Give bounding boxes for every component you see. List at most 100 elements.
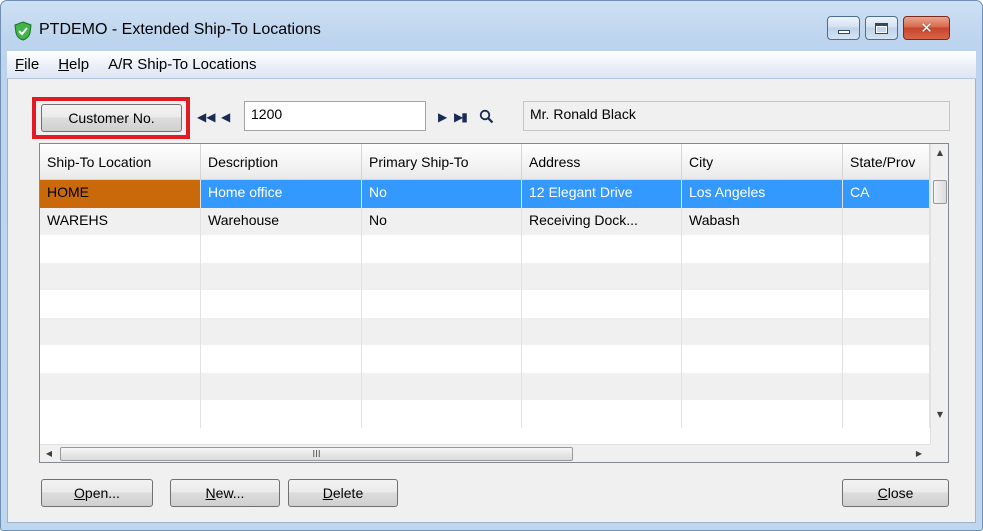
table-cell[interactable] (522, 290, 682, 318)
table-cell[interactable]: No (362, 180, 522, 208)
table-cell[interactable] (362, 262, 522, 290)
table-cell[interactable]: 12 Elegant Drive (522, 180, 682, 208)
table-cell[interactable] (522, 372, 682, 400)
table-cell[interactable] (40, 290, 201, 318)
close-window-button[interactable]: ✕ (903, 16, 950, 40)
table-cell[interactable] (843, 372, 930, 400)
table-row[interactable] (40, 372, 930, 400)
table-row[interactable] (40, 400, 930, 428)
table-cell[interactable] (522, 400, 682, 428)
table-cell[interactable] (843, 317, 930, 345)
table-row[interactable] (40, 290, 930, 318)
table-cell[interactable] (682, 400, 843, 428)
table-row[interactable]: HOME Home office No 12 Elegant Drive Los Ang… (40, 180, 930, 208)
table-cell[interactable]: WAREHS (40, 207, 201, 235)
table-cell[interactable]: Warehouse (201, 207, 362, 235)
table-cell[interactable] (40, 345, 201, 373)
table-cell[interactable]: CA (843, 180, 930, 208)
finder-search-icon[interactable] (479, 109, 494, 124)
col-address[interactable]: Address (522, 144, 682, 180)
table-row[interactable] (40, 235, 930, 263)
next-record-icon[interactable]: ▶ (438, 110, 447, 124)
title-bar[interactable]: PTDEMO - Extended Ship-To Locations ✕ (1, 1, 982, 51)
table-cell[interactable] (522, 235, 682, 263)
scroll-grip-icon: III (312, 448, 321, 460)
table-row[interactable]: WAREHS Warehouse No Receiving Dock... Wabash (40, 207, 930, 235)
table-cell[interactable] (201, 345, 362, 373)
col-city[interactable]: City (682, 144, 843, 180)
table-cell[interactable] (201, 317, 362, 345)
table-cell[interactable] (682, 262, 843, 290)
first-record-icon[interactable]: ◀◀ (197, 110, 215, 124)
customer-no-button[interactable]: Customer No. (41, 104, 182, 132)
table-cell[interactable] (843, 345, 930, 373)
table-cell[interactable] (40, 317, 201, 345)
customer-number-input[interactable]: 1200 (244, 101, 426, 131)
table-row[interactable] (40, 317, 930, 345)
table-cell[interactable] (362, 400, 522, 428)
open-button-label: Open... (74, 485, 120, 501)
table-row[interactable] (40, 345, 930, 373)
menu-help[interactable]: Help (56, 54, 91, 75)
table-cell[interactable]: Receiving Dock... (522, 207, 682, 235)
table-row[interactable] (40, 262, 930, 290)
col-description[interactable]: Description (201, 144, 362, 180)
table-cell[interactable] (40, 262, 201, 290)
table-cell[interactable] (843, 262, 930, 290)
new-button[interactable]: New... (170, 479, 280, 507)
scroll-right-icon[interactable]: ▶ (910, 445, 928, 462)
maximize-icon (875, 22, 888, 34)
scroll-down-icon[interactable]: ▼ (931, 406, 948, 424)
table-cell[interactable] (682, 317, 843, 345)
col-state-prov[interactable]: State/Prov (843, 144, 930, 180)
table-cell[interactable] (843, 207, 930, 235)
table-cell[interactable] (362, 290, 522, 318)
vertical-scrollbar[interactable]: ▲ ▼ (930, 144, 948, 444)
col-primary-ship-to[interactable]: Primary Ship-To (362, 144, 522, 180)
table-cell[interactable] (40, 235, 201, 263)
table-cell[interactable]: HOME (40, 180, 201, 208)
table-cell[interactable] (362, 372, 522, 400)
table-cell[interactable] (362, 345, 522, 373)
horizontal-scrollbar[interactable]: ◀ III ▶ (40, 444, 930, 462)
minimize-button[interactable] (827, 16, 860, 40)
table-cell[interactable] (522, 345, 682, 373)
scroll-up-icon[interactable]: ▲ (931, 144, 948, 162)
table-cell[interactable]: Home office (201, 180, 362, 208)
table-cell[interactable] (843, 235, 930, 263)
table-cell[interactable] (682, 235, 843, 263)
maximize-button[interactable] (865, 16, 898, 40)
table-cell[interactable] (682, 345, 843, 373)
table-cell[interactable]: Wabash (682, 207, 843, 235)
table-cell[interactable]: No (362, 207, 522, 235)
close-button[interactable]: Close (842, 479, 949, 507)
vertical-scroll-thumb[interactable] (933, 180, 947, 204)
delete-button[interactable]: Delete (288, 479, 398, 507)
table-cell[interactable] (201, 372, 362, 400)
table-cell[interactable] (843, 400, 930, 428)
table-cell[interactable] (40, 400, 201, 428)
app-shield-icon (14, 21, 32, 41)
menu-ar-ship-to-locations[interactable]: A/R Ship-To Locations (106, 54, 258, 75)
table-cell[interactable] (201, 290, 362, 318)
table-cell[interactable] (522, 317, 682, 345)
scroll-left-icon[interactable]: ◀ (40, 445, 58, 462)
horizontal-scroll-thumb[interactable]: III (60, 447, 573, 461)
menu-file[interactable]: File (13, 54, 41, 75)
col-ship-to-location[interactable]: Ship-To Location (40, 144, 201, 180)
table-cell[interactable] (682, 290, 843, 318)
table-cell[interactable] (522, 262, 682, 290)
table-cell[interactable] (201, 262, 362, 290)
open-button[interactable]: Open... (41, 479, 153, 507)
last-record-icon[interactable]: ▶▮ (454, 110, 468, 124)
table-cell[interactable] (201, 235, 362, 263)
table-cell[interactable] (362, 317, 522, 345)
table-cell[interactable]: Los Angeles (682, 180, 843, 208)
table-cell[interactable] (40, 372, 201, 400)
table-cell[interactable] (201, 400, 362, 428)
previous-record-icon[interactable]: ◀ (221, 110, 230, 124)
table-cell[interactable] (843, 290, 930, 318)
table-cell[interactable] (682, 372, 843, 400)
ship-to-grid[interactable]: Ship-To Location Description Primary Shi… (39, 143, 949, 463)
table-cell[interactable] (362, 235, 522, 263)
